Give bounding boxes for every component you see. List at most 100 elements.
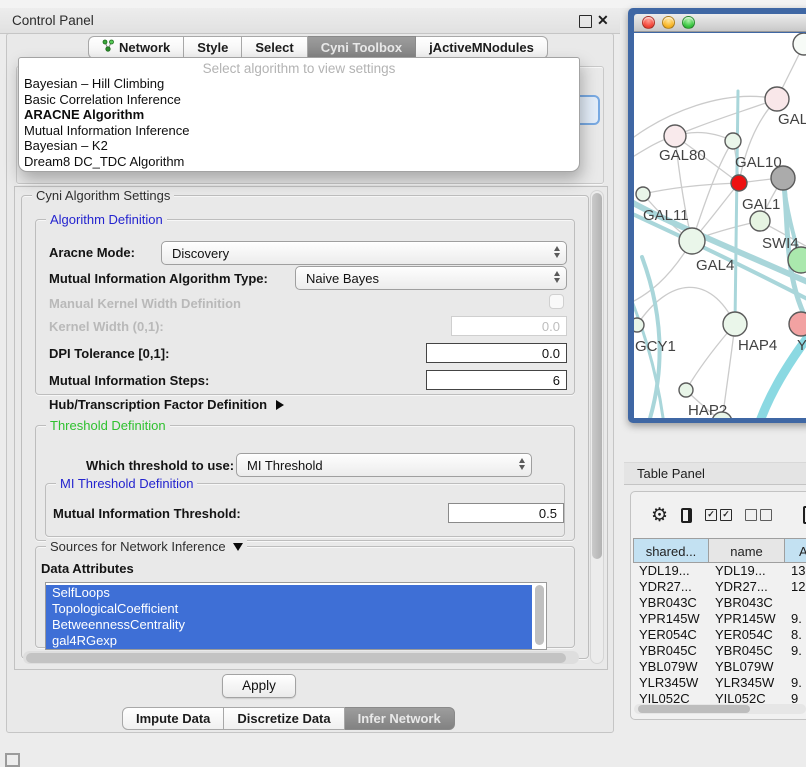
table-cell[interactable]: YPR145W bbox=[709, 611, 785, 627]
close-icon[interactable]: ✕ bbox=[597, 11, 609, 30]
network-node-hap2[interactable] bbox=[679, 383, 693, 397]
table-cell[interactable]: YDL19... bbox=[709, 563, 785, 579]
algorithm-option-mutual-information-inference[interactable]: Mutual Information Inference bbox=[19, 123, 579, 139]
network-window-titlebar[interactable] bbox=[634, 14, 806, 32]
network-node-hap4[interactable] bbox=[723, 312, 747, 336]
table-cell[interactable]: YLR345W bbox=[709, 675, 785, 691]
scrollbar-thumb[interactable] bbox=[638, 705, 750, 713]
network-node-gal[interactable] bbox=[765, 87, 789, 111]
table-cell[interactable]: YBR045C bbox=[709, 643, 785, 659]
settings-horizontal-scrollbar[interactable] bbox=[23, 651, 579, 664]
table-cell[interactable]: YER054C bbox=[709, 627, 785, 643]
attribute-item-betweennesscentrality[interactable]: BetweennessCentrality bbox=[46, 617, 532, 633]
hub-tf-definition-toggle[interactable]: Hub/Transcription Factor Definition bbox=[49, 397, 284, 412]
table-cell[interactable]: 8. bbox=[785, 627, 806, 643]
attribute-item-topologicalcoefficient[interactable]: TopologicalCoefficient bbox=[46, 601, 532, 617]
node-label: SWI4 bbox=[762, 235, 799, 252]
attribute-item-selfloops[interactable]: SelfLoops bbox=[46, 585, 532, 601]
algorithm-dropdown-items: Bayesian – Hill ClimbingBasic Correlatio… bbox=[19, 76, 579, 170]
table-cell[interactable] bbox=[785, 659, 806, 675]
table-cell[interactable]: 9. bbox=[785, 611, 806, 627]
column-header-a[interactable]: A bbox=[785, 538, 806, 563]
tab-jactivemnodules[interactable]: jActiveMNodules bbox=[416, 36, 548, 59]
tab-style[interactable]: Style bbox=[184, 36, 242, 59]
network-node-gal10[interactable] bbox=[725, 133, 741, 149]
table-cell[interactable]: YPR145W bbox=[633, 611, 709, 627]
scrollbar-thumb[interactable] bbox=[592, 193, 602, 559]
algorithm-option-basic-correlation-inference[interactable]: Basic Correlation Inference bbox=[19, 92, 579, 108]
network-node-gal80[interactable] bbox=[664, 125, 686, 147]
network-node-gal11[interactable] bbox=[636, 187, 650, 201]
network-canvas[interactable]: GALGAL80GAL10GAL11GAL1GAL4SWI4GCY1HAP4YH… bbox=[634, 33, 806, 418]
table-cell[interactable]: 12 bbox=[785, 579, 806, 595]
table-cell[interactable]: YLR345W bbox=[633, 675, 709, 691]
table-cell[interactable] bbox=[785, 595, 806, 611]
network-node[interactable] bbox=[793, 33, 806, 55]
kernel-width-field[interactable]: 0.0 bbox=[451, 316, 567, 336]
column-header-shared[interactable]: shared... bbox=[633, 538, 709, 563]
node-label: GCY1 bbox=[635, 338, 676, 355]
table-cell[interactable]: YDR27... bbox=[709, 579, 785, 595]
mi-algorithm-type-combobox[interactable]: Naive Bayes bbox=[295, 266, 567, 290]
unchecked-checkbox-icon bbox=[760, 509, 772, 521]
tab-infer-network[interactable]: Infer Network bbox=[345, 707, 455, 730]
tab-cyni-toolbox[interactable]: Cyni Toolbox bbox=[308, 36, 416, 59]
table-cell[interactable]: YBR043C bbox=[709, 595, 785, 611]
column-header-name[interactable]: name bbox=[709, 538, 785, 563]
mi-threshold-field[interactable]: 0.5 bbox=[448, 503, 564, 523]
mi-algorithm-type-label: Mutual Information Algorithm Type: bbox=[49, 271, 268, 286]
table-cell[interactable]: 9. bbox=[785, 643, 806, 659]
algorithm-option-bayesian-k2[interactable]: Bayesian – K2 bbox=[19, 138, 579, 154]
tab-select[interactable]: Select bbox=[242, 36, 307, 59]
split-view-icon[interactable] bbox=[681, 508, 692, 523]
settings-vertical-scrollbar[interactable] bbox=[590, 190, 604, 664]
node-label: GAL11 bbox=[643, 207, 689, 224]
checked-pair-icon[interactable]: ✓✓ bbox=[705, 509, 732, 521]
network-node[interactable] bbox=[771, 166, 795, 190]
tab-network[interactable]: Network bbox=[88, 36, 184, 59]
table-cell[interactable]: YER054C bbox=[633, 627, 709, 643]
table-horizontal-scrollbar[interactable] bbox=[634, 704, 806, 714]
table-cell[interactable]: YBR045C bbox=[633, 643, 709, 659]
network-node-gal4[interactable] bbox=[679, 228, 705, 254]
manual-kernel-width-checkbox[interactable] bbox=[549, 294, 564, 309]
attribute-list-scrollbar[interactable] bbox=[535, 585, 544, 645]
gear-icon[interactable]: ⚙ bbox=[651, 506, 668, 525]
sources-title[interactable]: Sources for Network Inference bbox=[46, 539, 247, 554]
aracne-mode-combobox[interactable]: Discovery bbox=[161, 241, 567, 265]
apply-button[interactable]: Apply bbox=[222, 674, 296, 698]
algorithm-option-bayesian-hill-climbing[interactable]: Bayesian – Hill Climbing bbox=[19, 76, 579, 92]
node-label: GAL bbox=[778, 111, 806, 128]
checked-checkbox-icon: ✓ bbox=[720, 509, 732, 521]
docked-panel-icon[interactable] bbox=[5, 753, 20, 767]
mi-steps-field[interactable]: 6 bbox=[426, 370, 567, 390]
zoom-window-button[interactable] bbox=[682, 16, 695, 29]
algorithm-option-aracne-algorithm[interactable]: ARACNE Algorithm bbox=[19, 107, 579, 123]
network-node-gcy1[interactable] bbox=[634, 318, 644, 332]
table-cell[interactable]: 9. bbox=[785, 675, 806, 691]
network-node-y[interactable] bbox=[789, 312, 806, 336]
scrollbar-thumb[interactable] bbox=[26, 653, 566, 663]
algorithm-option-dream8-dc-tdc-algorithm[interactable]: Dream8 DC_TDC Algorithm bbox=[19, 154, 579, 170]
dpi-tolerance-field[interactable]: 0.0 bbox=[426, 343, 567, 363]
table-cell[interactable]: YBL079W bbox=[709, 659, 785, 675]
table-cell[interactable]: YBL079W bbox=[633, 659, 709, 675]
table-cell[interactable]: YDR27... bbox=[633, 579, 709, 595]
table-cell[interactable]: YBR043C bbox=[633, 595, 709, 611]
minimize-window-button[interactable] bbox=[662, 16, 675, 29]
mi-algorithm-type-value: Naive Bayes bbox=[306, 271, 379, 286]
tab-discretize-data[interactable]: Discretize Data bbox=[224, 707, 344, 730]
which-threshold-combobox[interactable]: MI Threshold bbox=[236, 453, 532, 477]
network-node[interactable] bbox=[731, 175, 747, 191]
attribute-item-gal4rgexp[interactable]: gal4RGexp bbox=[46, 633, 532, 649]
unchecked-pair-icon[interactable] bbox=[745, 509, 772, 521]
node-label: GAL80 bbox=[659, 147, 706, 164]
close-window-button[interactable] bbox=[642, 16, 655, 29]
network-node-gal1[interactable] bbox=[750, 211, 770, 231]
node-label: GAL1 bbox=[742, 196, 780, 213]
table-cell[interactable]: YDL19... bbox=[633, 563, 709, 579]
table-cell[interactable]: 13 bbox=[785, 563, 806, 579]
mi-threshold-definition-title: MI Threshold Definition bbox=[56, 476, 197, 491]
float-window-icon[interactable] bbox=[579, 15, 592, 28]
tab-impute-data[interactable]: Impute Data bbox=[122, 707, 224, 730]
